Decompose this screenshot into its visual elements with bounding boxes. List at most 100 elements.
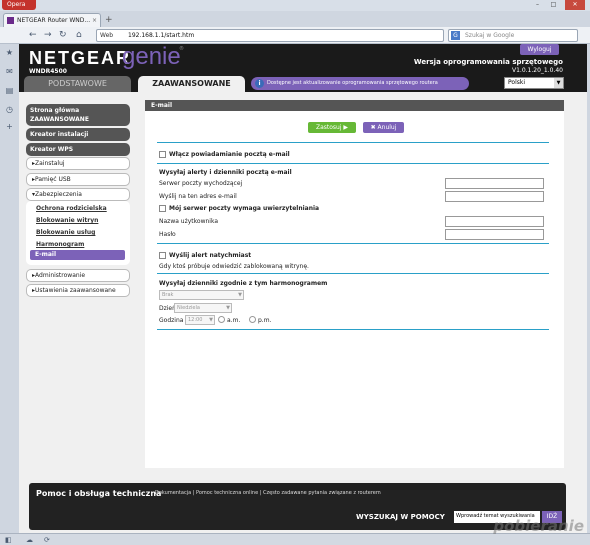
tab-basic[interactable]: PODSTAWOWE [24, 76, 131, 92]
day-value: Niedziela [177, 305, 200, 311]
new-tab-button[interactable]: + [105, 15, 113, 25]
time-value: 12:00 [188, 317, 203, 323]
address-bar[interactable]: Web 192.168.1.1/start.htm [96, 29, 444, 42]
firmware-update-notice[interactable]: i Dostępne jest aktualizowanie oprogramo… [251, 77, 469, 90]
time-label: Godzina [159, 317, 184, 324]
watermark-logo: pobieranie [493, 517, 584, 535]
add-panel-icon[interactable]: + [5, 122, 14, 131]
title-bar: Opera – □ ✕ [0, 0, 590, 11]
panel-toggle-icon[interactable]: ◧ [5, 536, 12, 544]
cancel-button[interactable]: ✖ Anuluj [363, 122, 404, 133]
nav-home-line1: Strona główna [30, 107, 80, 114]
divider [157, 163, 549, 164]
nav-schedule[interactable]: Harmonogram [36, 241, 84, 248]
username-input[interactable] [445, 216, 544, 227]
cloud-icon[interactable]: ☁ [26, 536, 33, 544]
divider [157, 273, 549, 274]
back-icon[interactable]: ← [29, 30, 37, 40]
day-select[interactable]: Niedziela ▼ [174, 303, 232, 313]
alert-description: Gdy ktoś próbuje odwiedzić zablokowaną w… [159, 263, 309, 270]
bookmarks-star-icon[interactable]: ★ [5, 48, 14, 57]
enable-email-checkbox[interactable] [159, 151, 166, 158]
pm-label: p.m. [258, 317, 272, 324]
help-footer: Pomoc i obsługa techniczna Dokumentacja … [29, 483, 566, 530]
am-radio[interactable] [218, 316, 225, 323]
language-select[interactable]: Polski ▼ [504, 77, 564, 89]
chevron-down-icon: ▼ [238, 292, 242, 298]
browser-search-field[interactable]: G Szukaj w Google [448, 29, 578, 42]
smtp-server-input[interactable] [445, 178, 544, 189]
chevron-down-icon: ▼ [209, 317, 213, 323]
nav-email[interactable]: E-mail [30, 250, 125, 260]
logout-button[interactable]: Wyloguj [520, 44, 559, 55]
mail-icon[interactable]: ✉ [5, 67, 14, 76]
nav-block-sites[interactable]: Blokowanie witryn [36, 217, 98, 224]
router-model: WNDR4500 [29, 68, 67, 75]
netgear-logo: NETGEAR [29, 48, 132, 68]
schedule-heading: Wysyłaj dzienniki zgodnie z tym harmonog… [159, 280, 328, 287]
firmware-label: Wersja oprogramowania sprzętowego [413, 58, 563, 66]
auth-required-checkbox[interactable] [159, 205, 166, 212]
help-title: Pomoc i obsługa techniczna [36, 489, 162, 498]
smtp-server-label: Serwer poczty wychodzącej [159, 180, 243, 187]
update-notice-text: Dostępne jest aktualizowanie oprogramowa… [267, 80, 438, 86]
browser-tab-title: NETGEAR Router WND... [17, 17, 91, 24]
nav-security[interactable]: ▾Zabezpieczenia [26, 188, 130, 201]
reload-icon[interactable]: ↻ [59, 30, 67, 40]
nav-parental-control[interactable]: Ochrona rodzicielska [36, 205, 107, 212]
firmware-version: V1.0.1.20_1.0.40 [512, 67, 563, 74]
divider [157, 243, 549, 244]
nav-block-services[interactable]: Blokowanie usług [36, 229, 95, 236]
tab-bar: NETGEAR Router WND... × + [0, 11, 590, 27]
send-to-input[interactable] [445, 191, 544, 202]
notes-icon[interactable]: ▤ [5, 86, 14, 95]
forward-icon[interactable]: → [44, 30, 52, 40]
browser-tab[interactable]: NETGEAR Router WND... × [3, 13, 101, 27]
chevron-down-icon: ▼ [554, 78, 563, 88]
nav-wps-wizard[interactable]: Kreator WPS [26, 143, 130, 156]
password-label: Hasło [159, 231, 176, 238]
page-header: NETGEAR genie ® WNDR4500 Wyloguj Wersja … [19, 44, 587, 92]
alert-immediately-checkbox[interactable] [159, 252, 166, 259]
nav-usb-label: Pamięć USB [35, 176, 71, 183]
nav-usb[interactable]: ▸Pamięć USB [26, 173, 130, 186]
tab-advanced[interactable]: ZAAWANSOWANE [138, 76, 245, 92]
router-page: NETGEAR genie ® WNDR4500 Wyloguj Wersja … [19, 44, 587, 533]
schedule-select[interactable]: Brak ▼ [159, 290, 244, 300]
nav-setup-wizard[interactable]: Kreator instalacji [26, 128, 130, 141]
am-label: a.m. [227, 317, 241, 324]
minimize-icon[interactable]: – [530, 0, 545, 10]
address-prefix: Web [100, 32, 114, 39]
nav-home-line2: ZAAWANSOWANE [30, 116, 89, 123]
nav-home[interactable]: Strona główna ZAAWANSOWANE [26, 104, 130, 126]
sync-icon[interactable]: ⟳ [44, 536, 50, 544]
nav-administration-label: Administrowanie [35, 272, 86, 279]
info-icon: i [255, 79, 264, 88]
apply-button[interactable]: Zastosuj ▶ [308, 122, 356, 133]
send-alerts-heading: Wysyłaj alerty i dzienniki pocztą e-mail [159, 169, 292, 176]
password-input[interactable] [445, 229, 544, 240]
nav-security-label: Zabezpieczenia [35, 191, 82, 198]
time-select[interactable]: 12:00 ▼ [185, 315, 215, 325]
browser-toolbar: ← → ↻ ⌂ Web 192.168.1.1/start.htm G Szuk… [0, 27, 590, 44]
auth-required-label: Mój serwer poczty wymaga uwierzytelniani… [169, 205, 320, 212]
divider [157, 329, 549, 330]
genie-logo: genie [122, 44, 181, 70]
pm-radio[interactable] [249, 316, 256, 323]
home-icon[interactable]: ⌂ [76, 30, 82, 40]
help-links[interactable]: Dokumentacja | Pomoc techniczna online |… [155, 490, 381, 496]
nav-advanced-setup[interactable]: ▸Ustawienia zaawansowane [26, 284, 130, 297]
username-label: Nazwa użytkownika [159, 218, 219, 225]
tab-close-icon[interactable]: × [92, 14, 97, 27]
close-window-icon[interactable]: ✕ [565, 0, 585, 10]
history-icon[interactable]: ◷ [5, 105, 14, 114]
maximize-icon[interactable]: □ [546, 0, 561, 10]
opera-menu-button[interactable]: Opera [2, 0, 36, 10]
netgear-favicon-icon [7, 17, 14, 24]
browser-side-panel: ★ ✉ ▤ ◷ + [0, 44, 19, 533]
nav-administration[interactable]: ▸Administrowanie [26, 269, 130, 282]
browser-search-placeholder: Szukaj w Google [465, 32, 515, 39]
nav-setup[interactable]: ▸Zainstaluj [26, 157, 130, 170]
language-value: Polski [508, 79, 526, 86]
send-to-label: Wyślij na ten adres e-mail [159, 193, 237, 200]
